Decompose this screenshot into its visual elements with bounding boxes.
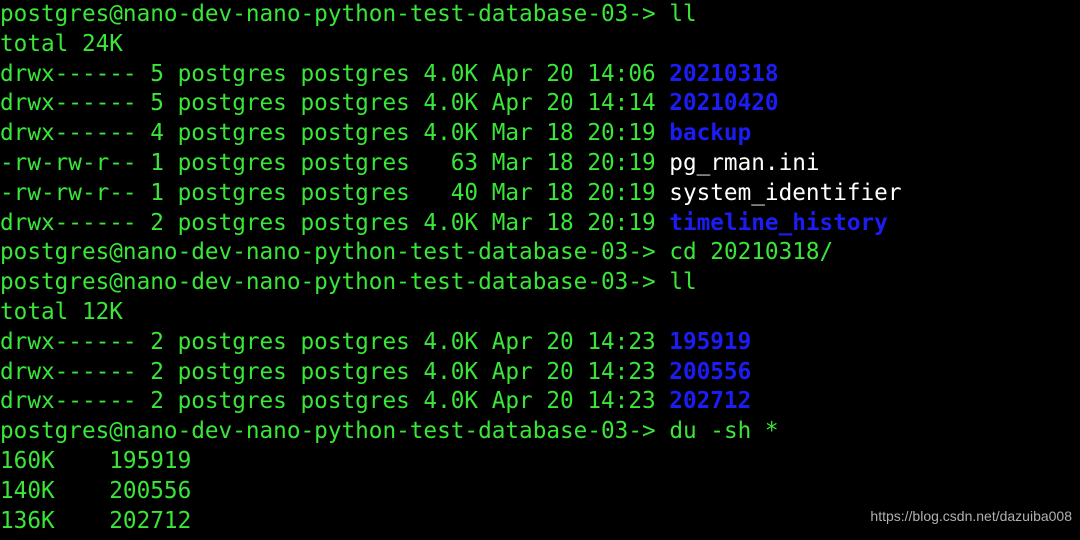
- listing-row: drwx------ 2 postgres postgres 4.0K Apr …: [0, 328, 1080, 358]
- listing-row: -rw-rw-r-- 1 postgres postgres 40 Mar 18…: [0, 179, 1080, 209]
- output-line: total 24K: [0, 30, 1080, 60]
- command-line: postgres@nano-dev-nano-python-test-datab…: [0, 0, 1080, 30]
- command-line: postgres@nano-dev-nano-python-test-datab…: [0, 417, 1080, 447]
- directory-name: backup: [669, 120, 752, 147]
- shell-prompt: postgres@nano-dev-nano-python-test-datab…: [0, 239, 656, 266]
- listing-meta: drwx------ 2 postgres postgres 4.0K Apr …: [0, 328, 670, 355]
- file-name: pg_rman.ini: [669, 149, 820, 176]
- shell-prompt: postgres@nano-dev-nano-python-test-datab…: [0, 269, 656, 296]
- command-text: ll: [669, 269, 697, 296]
- output-line: total 12K: [0, 298, 1080, 328]
- shell-prompt: postgres@nano-dev-nano-python-test-datab…: [0, 1, 656, 27]
- directory-name: timeline_history: [669, 209, 888, 236]
- terminal-output: postgres@nano-dev-nano-python-test-datab…: [0, 0, 1080, 536]
- terminal-window[interactable]: postgres@nano-dev-nano-python-test-datab…: [0, 0, 1080, 540]
- listing-meta: drwx------ 2 postgres postgres 4.0K Apr …: [0, 358, 670, 385]
- listing-row: -rw-rw-r-- 1 postgres postgres 63 Mar 18…: [0, 149, 1080, 179]
- listing-row: drwx------ 2 postgres postgres 4.0K Apr …: [0, 358, 1080, 388]
- watermark: https://blog.csdn.net/dazuiba008: [870, 508, 1072, 525]
- output-text: total 24K: [0, 30, 123, 57]
- listing-meta: drwx------ 2 postgres postgres 4.0K Mar …: [0, 209, 670, 236]
- command-line: postgres@nano-dev-nano-python-test-datab…: [0, 238, 1080, 268]
- output-line: 160K 195919: [0, 447, 1080, 477]
- command-text: cd 20210318/: [669, 239, 834, 266]
- output-text: 140K 200556: [0, 477, 192, 504]
- directory-name: 200556: [669, 358, 752, 385]
- listing-row: drwx------ 2 postgres postgres 4.0K Apr …: [0, 387, 1080, 417]
- command-text: ll: [669, 1, 697, 27]
- listing-meta: drwx------ 5 postgres postgres 4.0K Apr …: [0, 60, 670, 87]
- listing-row: drwx------ 4 postgres postgres 4.0K Mar …: [0, 119, 1080, 149]
- command-line: postgres@nano-dev-nano-python-test-datab…: [0, 268, 1080, 298]
- listing-row: drwx------ 5 postgres postgres 4.0K Apr …: [0, 89, 1080, 119]
- file-name: system_identifier: [669, 179, 902, 206]
- directory-name: 195919: [669, 328, 752, 355]
- directory-name: 20210318: [669, 60, 779, 87]
- output-text: 160K 195919: [0, 447, 192, 474]
- listing-meta: drwx------ 4 postgres postgres 4.0K Mar …: [0, 120, 670, 147]
- output-text: 136K 202712: [0, 507, 192, 534]
- directory-name: 20210420: [669, 90, 779, 117]
- output-text: total 12K: [0, 298, 123, 325]
- listing-meta: -rw-rw-r-- 1 postgres postgres 40 Mar 18…: [0, 179, 670, 206]
- command-text: du -sh *: [669, 418, 779, 445]
- listing-meta: drwx------ 2 postgres postgres 4.0K Apr …: [0, 388, 670, 415]
- listing-meta: -rw-rw-r-- 1 postgres postgres 63 Mar 18…: [0, 149, 670, 176]
- listing-row: drwx------ 5 postgres postgres 4.0K Apr …: [0, 60, 1080, 90]
- shell-prompt: postgres@nano-dev-nano-python-test-datab…: [0, 418, 656, 445]
- directory-name: 202712: [669, 388, 752, 415]
- listing-row: drwx------ 2 postgres postgres 4.0K Mar …: [0, 209, 1080, 239]
- listing-meta: drwx------ 5 postgres postgres 4.0K Apr …: [0, 90, 670, 117]
